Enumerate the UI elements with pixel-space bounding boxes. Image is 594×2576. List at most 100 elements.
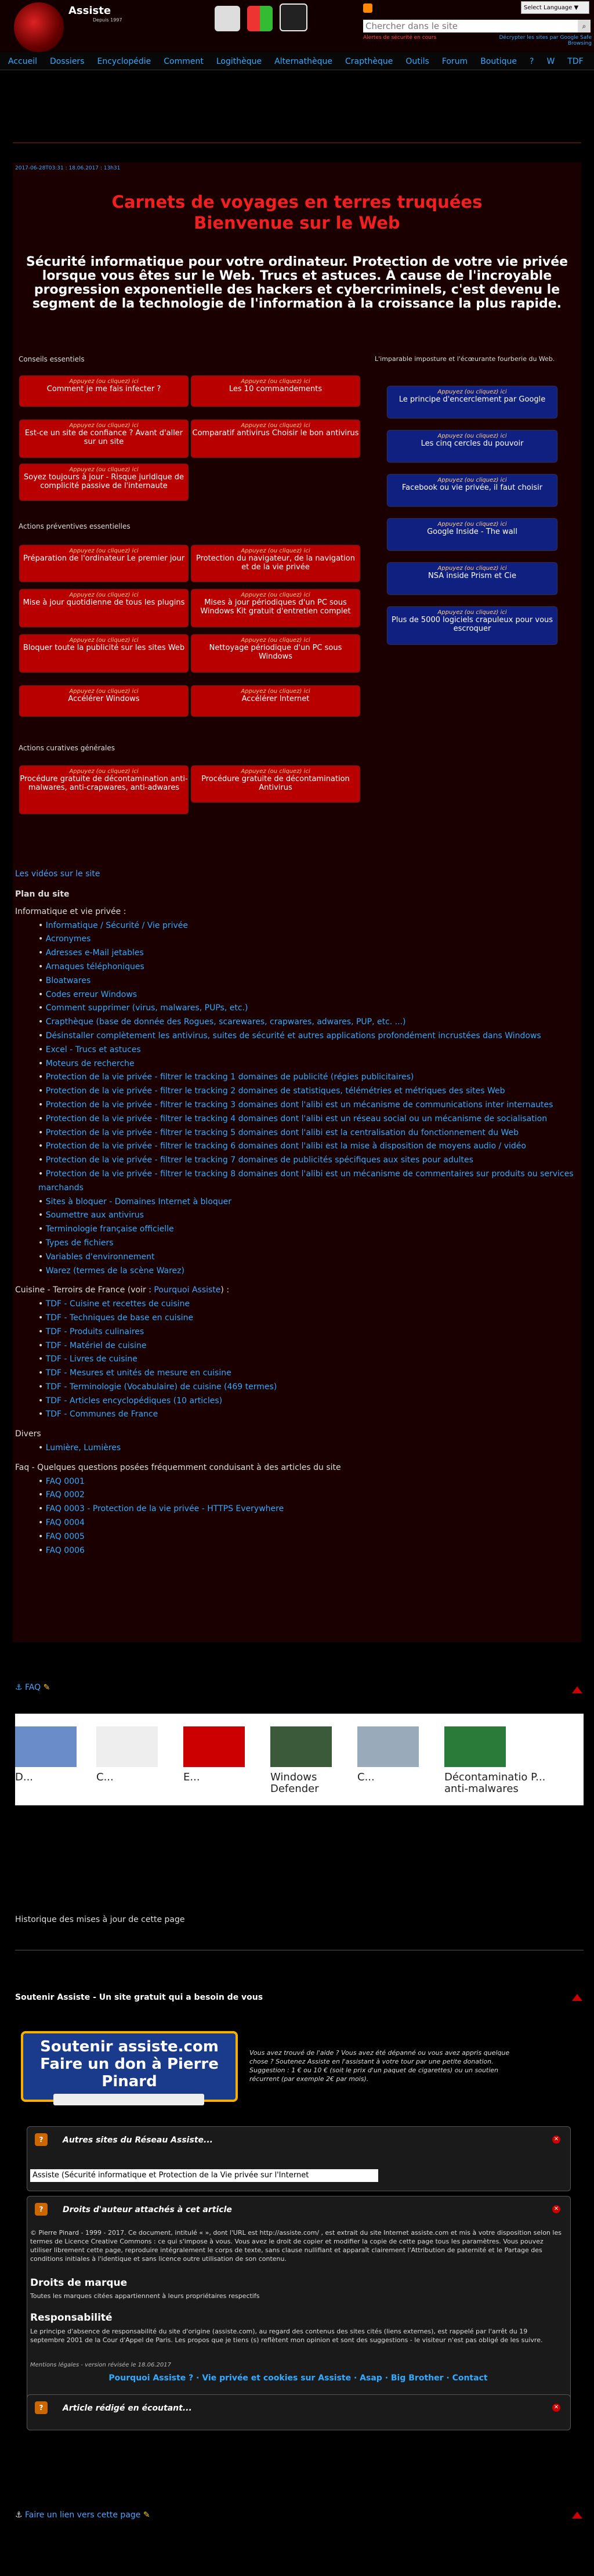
plan-link[interactable]: Bloatwares xyxy=(38,974,578,988)
plan-link[interactable]: FAQ 0004 xyxy=(38,1516,578,1530)
plan-link[interactable]: FAQ 0005 xyxy=(38,1530,578,1544)
plan-link[interactable]: TDF - Articles encyclopédiques (10 artic… xyxy=(38,1394,578,1408)
button-block-ads[interactable]: Appuyez (ou cliquez) ici Bloquer toute la… xyxy=(20,635,188,672)
plan-link[interactable]: TDF - Produits culinaires xyxy=(38,1325,578,1339)
search-button[interactable]: ⌕ xyxy=(578,20,591,32)
nav-encyclopedie[interactable]: Encyclopédie xyxy=(97,57,151,66)
pourquoi-assiste-link[interactable]: Pourquoi Assiste xyxy=(154,1285,220,1295)
button-nsa[interactable]: Appuyez (ou cliquez) ici NSA inside Prism… xyxy=(387,563,557,594)
plan-link[interactable]: Protection de la vie privée - filtrer le… xyxy=(38,1112,578,1126)
plan-link[interactable]: Soumettre aux antivirus xyxy=(38,1209,578,1223)
plan-link[interactable]: TDF - Communes de France xyxy=(38,1408,578,1422)
back-to-top-icon[interactable] xyxy=(572,2512,582,2519)
plan-link[interactable]: Lumière, Lumières xyxy=(38,1441,578,1455)
plan-link[interactable]: FAQ 0003 - Protection de la vie privée -… xyxy=(38,1502,578,1516)
button-facebook[interactable]: Appuyez (ou cliquez) ici Facebook ou vie … xyxy=(387,475,557,506)
plan-link[interactable]: FAQ 0006 xyxy=(38,1544,578,1558)
network-select[interactable]: Assiste (Sécurité informatique et Protec… xyxy=(30,2169,378,2182)
plan-link[interactable]: Excel - Trucs et astuces xyxy=(38,1043,578,1057)
thumb-3[interactable] xyxy=(270,1726,332,1767)
button-trusted-site[interactable]: Appuyez (ou cliquez) ici Est-ce un site d… xyxy=(20,420,188,457)
button-google-encircle[interactable]: Appuyez (ou cliquez) ici Le principe d'en… xyxy=(387,386,557,418)
nav-dossiers[interactable]: Dossiers xyxy=(50,57,85,66)
button-decontamination-antivirus[interactable]: Appuyez (ou cliquez) ici Procédure gratui… xyxy=(191,766,360,802)
button-speed-windows[interactable]: Appuyez (ou cliquez) ici Accélérer Window… xyxy=(20,686,188,716)
plan-link[interactable]: Protection de la vie privée - filtrer le… xyxy=(38,1140,578,1154)
close-icon[interactable]: ✕ xyxy=(552,2136,560,2144)
security-alert-link[interactable]: Alertes de sécurité en cours xyxy=(363,35,468,41)
thumb-2[interactable] xyxy=(183,1726,245,1767)
nav-alternatheque[interactable]: Alternathèque xyxy=(274,57,332,66)
plan-link[interactable]: Warez (termes de la scène Warez) xyxy=(38,1264,578,1278)
plan-link[interactable]: Protection de la vie privée - filtrer le… xyxy=(38,1099,578,1112)
nav-help[interactable]: ? xyxy=(530,57,534,66)
faq-link[interactable]: FAQ xyxy=(25,1683,41,1692)
button-crapware[interactable]: Appuyez (ou cliquez) ici Plus de 5000 log… xyxy=(387,607,557,644)
search-input[interactable]: Chercher dans le site xyxy=(363,20,578,32)
donate-button[interactable]: Soutenir assiste.com Faire un don à Pier… xyxy=(21,2031,238,2105)
button-stay-updated[interactable]: Appuyez (ou cliquez) ici Soyez toujours à… xyxy=(20,464,188,500)
close-icon[interactable]: ✕ xyxy=(552,2404,560,2412)
nav-forum[interactable]: Forum xyxy=(442,57,468,66)
plan-link[interactable]: Informatique / Sécurité / Vie privée xyxy=(38,919,578,933)
nav-boutique[interactable]: Boutique xyxy=(480,57,517,66)
button-speed-internet[interactable]: Appuyez (ou cliquez) ici Accélérer Intern… xyxy=(191,686,360,716)
nav-accueil[interactable]: Accueil xyxy=(8,57,37,66)
back-to-top-icon[interactable] xyxy=(572,1686,582,1693)
thumb-0[interactable] xyxy=(15,1726,77,1767)
plan-link[interactable]: Sites à bloquer - Domaines Internet à bl… xyxy=(38,1195,578,1209)
plan-link[interactable]: Désinstaller complètement les antivirus,… xyxy=(38,1029,578,1043)
button-antivirus-compare[interactable]: Appuyez (ou cliquez) ici Comparatif antiv… xyxy=(191,420,360,457)
plan-link[interactable]: TDF - Techniques de base en cuisine xyxy=(38,1312,578,1325)
plan-link[interactable]: Protection de la vie privée - filtrer le… xyxy=(38,1126,578,1140)
plan-link[interactable]: TDF - Terminologie (Vocabulaire) de cuis… xyxy=(38,1381,578,1394)
plan-link[interactable]: Protection de la vie privée - filtrer le… xyxy=(38,1168,578,1195)
plan-link[interactable]: Protection de la vie privée - filtrer le… xyxy=(38,1154,578,1168)
button-plugin-updates[interactable]: Appuyez (ou cliquez) ici Mise à jour quot… xyxy=(20,590,188,627)
button-browser-protection[interactable]: Appuyez (ou cliquez) ici Protection du na… xyxy=(191,545,360,581)
plan-link[interactable]: TDF - Matériel de cuisine xyxy=(38,1339,578,1353)
plan-link[interactable]: Arnaques téléphoniques xyxy=(38,960,578,974)
videos-link[interactable]: Les vidéos sur le site xyxy=(15,869,100,879)
thumb-5[interactable] xyxy=(444,1726,506,1767)
footer-links[interactable]: Pourquoi Assiste ? · Vie privée et cooki… xyxy=(27,2373,570,2383)
plan-link[interactable]: FAQ 0001 xyxy=(38,1475,578,1489)
language-select[interactable]: Select Language ▼ xyxy=(521,1,589,14)
pencil-icon[interactable]: ✎ xyxy=(44,1683,50,1692)
plan-link[interactable]: Codes erreur Windows xyxy=(38,988,578,1002)
nav-comment[interactable]: Comment xyxy=(164,57,204,66)
plan-link[interactable]: Variables d'environnement xyxy=(38,1251,578,1264)
plan-link[interactable]: Adresses e-Mail jetables xyxy=(38,946,578,960)
rss-icon[interactable] xyxy=(363,3,372,13)
button-decontamination-malware[interactable]: Appuyez (ou cliquez) ici Procédure gratui… xyxy=(20,766,188,814)
logo-icon[interactable] xyxy=(14,2,64,52)
plan-link[interactable]: Terminologie française officielle xyxy=(38,1223,578,1237)
plan-link[interactable]: TDF - Cuisine et recettes de cuisine xyxy=(38,1298,578,1312)
nav-tdf[interactable]: TDF xyxy=(567,57,583,66)
thumb-1[interactable] xyxy=(96,1726,158,1767)
plan-link[interactable]: Comment supprimer (virus, malwares, PUPs… xyxy=(38,1002,578,1016)
plan-link[interactable]: TDF - Mesures et unités de mesure en cui… xyxy=(38,1367,578,1381)
safe-browsing-link[interactable]: Décrypter les sites par Google Safe Brow… xyxy=(481,35,592,46)
nav-craptheque[interactable]: Crapthèque xyxy=(345,57,393,66)
plan-link[interactable]: Moteurs de recherche xyxy=(38,1057,578,1071)
plan-link[interactable]: Protection de la vie privée - filtrer le… xyxy=(38,1071,578,1085)
plan-link[interactable]: TDF - Livres de cuisine xyxy=(38,1353,578,1367)
button-windows-updates[interactable]: Appuyez (ou cliquez) ici Mises à jour pér… xyxy=(191,590,360,627)
logo-text[interactable]: Assiste xyxy=(68,5,111,17)
history-link[interactable]: Historique des mises à jour de cette pag… xyxy=(15,1915,185,1924)
plan-link[interactable]: Protection de la vie privée - filtrer le… xyxy=(38,1085,578,1099)
nav-outils[interactable]: Outils xyxy=(405,57,429,66)
button-google-wall[interactable]: Appuyez (ou cliquez) ici Google Inside - … xyxy=(387,519,557,550)
thumb-4[interactable] xyxy=(357,1726,419,1767)
plan-link[interactable]: Acronymes xyxy=(38,933,578,946)
button-prepare-pc[interactable]: Appuyez (ou cliquez) ici Préparation de l… xyxy=(20,545,188,581)
link-to-page[interactable]: Faire un lien vers cette page xyxy=(25,2510,140,2520)
plan-link[interactable]: Crapthèque (base de donnée des Rogues, s… xyxy=(38,1016,578,1029)
plan-link[interactable]: Types de fichiers xyxy=(38,1237,578,1251)
plan-link[interactable]: FAQ 0002 xyxy=(38,1488,578,1502)
back-to-top-icon[interactable] xyxy=(572,1994,582,2001)
pencil-icon[interactable]: ✎ xyxy=(143,2510,150,2520)
close-icon[interactable]: ✕ xyxy=(552,2205,560,2213)
button-infection[interactable]: Appuyez (ou cliquez) ici Comment je me fa… xyxy=(20,376,188,406)
